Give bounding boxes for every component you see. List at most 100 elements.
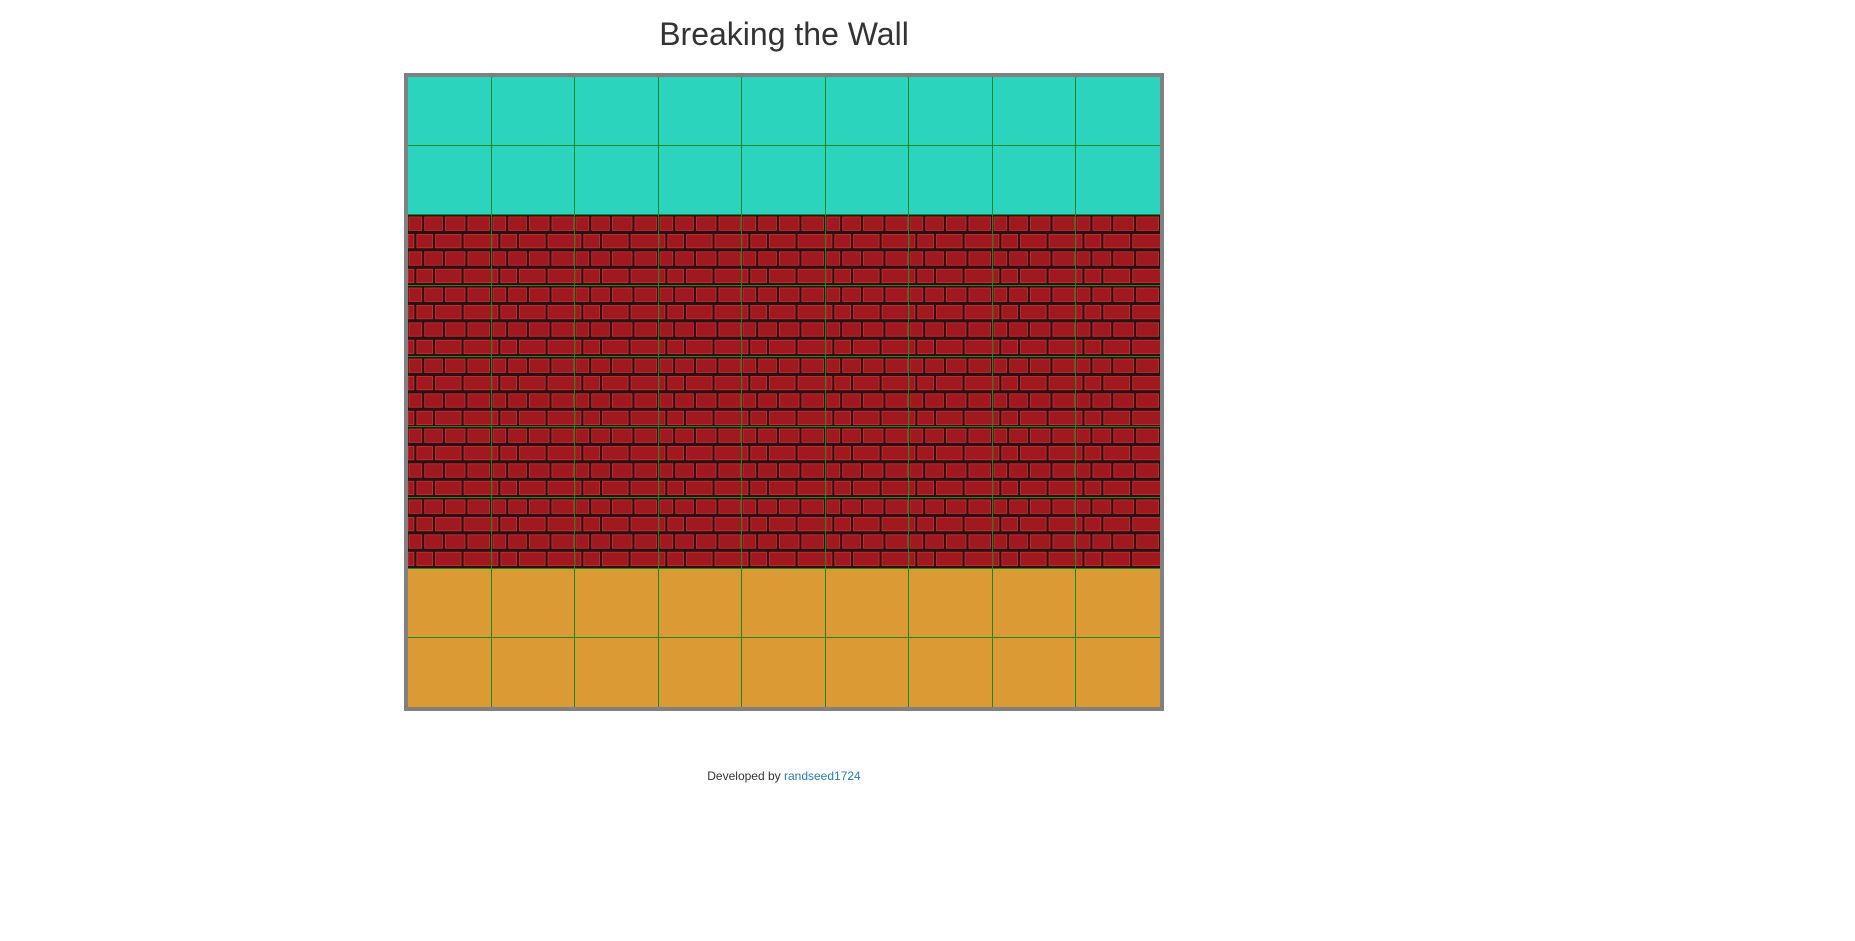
brick-wall-tile[interactable] bbox=[909, 286, 993, 357]
brick-wall-tile[interactable] bbox=[992, 215, 1077, 287]
sand-tile[interactable] bbox=[909, 637, 993, 707]
sand-tile[interactable] bbox=[575, 568, 659, 638]
brick-pattern bbox=[1076, 215, 1160, 286]
sand-tile[interactable] bbox=[1076, 637, 1160, 707]
brick-wall-tile[interactable] bbox=[408, 215, 492, 287]
brick-wall-tile[interactable] bbox=[992, 497, 1077, 569]
sand-tile[interactable] bbox=[825, 637, 910, 707]
brick-wall-tile[interactable] bbox=[658, 356, 743, 428]
water-tile[interactable] bbox=[825, 146, 910, 216]
brick-wall-tile[interactable] bbox=[575, 427, 659, 498]
brick-wall-tile[interactable] bbox=[825, 427, 910, 498]
sand-tile[interactable] bbox=[992, 568, 1077, 638]
brick-pattern bbox=[575, 356, 658, 427]
brick-wall-tile[interactable] bbox=[1076, 215, 1160, 287]
brick-wall-tile[interactable] bbox=[408, 427, 492, 498]
brick-wall-tile[interactable] bbox=[491, 215, 576, 287]
brick-wall-tile[interactable] bbox=[825, 497, 910, 569]
brick-pattern bbox=[825, 215, 909, 286]
brick-wall-tile[interactable] bbox=[825, 356, 910, 428]
brick-wall-tile[interactable] bbox=[491, 356, 576, 428]
brick-wall-tile[interactable] bbox=[742, 286, 826, 357]
brick-pattern bbox=[742, 215, 825, 286]
sand-tile[interactable] bbox=[658, 568, 743, 638]
brick-wall-tile[interactable] bbox=[658, 215, 743, 287]
water-tile[interactable] bbox=[575, 146, 659, 216]
water-tile[interactable] bbox=[491, 146, 576, 216]
sand-tile[interactable] bbox=[909, 568, 993, 638]
water-tile[interactable] bbox=[408, 146, 492, 216]
sand-tile[interactable] bbox=[491, 637, 576, 707]
brick-wall-tile[interactable] bbox=[408, 286, 492, 357]
brick-pattern bbox=[909, 497, 992, 568]
brick-wall-tile[interactable] bbox=[742, 215, 826, 287]
brick-pattern bbox=[992, 356, 1076, 427]
water-tile[interactable] bbox=[658, 77, 743, 147]
brick-wall-tile[interactable] bbox=[491, 427, 576, 498]
board-grid bbox=[408, 77, 1160, 707]
water-tile[interactable] bbox=[742, 146, 826, 216]
brick-pattern bbox=[742, 497, 825, 568]
brick-wall-tile[interactable] bbox=[909, 215, 993, 287]
water-tile[interactable] bbox=[408, 77, 492, 147]
brick-wall-tile[interactable] bbox=[742, 497, 826, 569]
brick-wall-tile[interactable] bbox=[408, 356, 492, 428]
brick-wall-tile[interactable] bbox=[1076, 356, 1160, 428]
brick-wall-tile[interactable] bbox=[992, 356, 1077, 428]
water-tile[interactable] bbox=[825, 77, 910, 147]
brick-wall-tile[interactable] bbox=[575, 286, 659, 357]
brick-pattern bbox=[1076, 497, 1160, 568]
brick-wall-tile[interactable] bbox=[658, 427, 743, 498]
water-tile[interactable] bbox=[658, 146, 743, 216]
brick-wall-tile[interactable] bbox=[575, 356, 659, 428]
sand-tile[interactable] bbox=[575, 637, 659, 707]
water-tile[interactable] bbox=[909, 77, 993, 147]
water-tile[interactable] bbox=[1076, 146, 1160, 216]
sand-tile[interactable] bbox=[742, 637, 826, 707]
sand-tile[interactable] bbox=[992, 637, 1077, 707]
sand-tile[interactable] bbox=[491, 568, 576, 638]
brick-pattern bbox=[658, 286, 742, 356]
sand-tile[interactable] bbox=[742, 568, 826, 638]
brick-wall-tile[interactable] bbox=[1076, 286, 1160, 357]
author-link[interactable]: randseed1724 bbox=[784, 769, 861, 783]
sand-tile[interactable] bbox=[408, 568, 492, 638]
sand-tile[interactable] bbox=[658, 637, 743, 707]
brick-wall-tile[interactable] bbox=[491, 286, 576, 357]
brick-pattern bbox=[491, 215, 575, 286]
brick-wall-tile[interactable] bbox=[1076, 427, 1160, 498]
brick-wall-tile[interactable] bbox=[909, 497, 993, 569]
brick-wall-tile[interactable] bbox=[742, 356, 826, 428]
brick-pattern bbox=[992, 427, 1076, 497]
brick-wall-tile[interactable] bbox=[658, 286, 743, 357]
water-tile[interactable] bbox=[575, 77, 659, 147]
sand-tile[interactable] bbox=[825, 568, 910, 638]
brick-pattern bbox=[491, 497, 575, 568]
brick-pattern bbox=[575, 215, 658, 286]
water-tile[interactable] bbox=[909, 146, 993, 216]
brick-wall-tile[interactable] bbox=[825, 286, 910, 357]
water-tile[interactable] bbox=[992, 77, 1077, 147]
brick-pattern bbox=[408, 215, 491, 286]
water-tile[interactable] bbox=[742, 77, 826, 147]
sand-tile[interactable] bbox=[408, 637, 492, 707]
brick-wall-tile[interactable] bbox=[575, 497, 659, 569]
brick-wall-tile[interactable] bbox=[742, 427, 826, 498]
brick-wall-tile[interactable] bbox=[909, 356, 993, 428]
brick-pattern bbox=[1076, 356, 1160, 427]
water-tile[interactable] bbox=[992, 146, 1077, 216]
sand-tile[interactable] bbox=[1076, 568, 1160, 638]
water-tile[interactable] bbox=[1076, 77, 1160, 147]
brick-wall-tile[interactable] bbox=[1076, 497, 1160, 569]
brick-wall-tile[interactable] bbox=[408, 497, 492, 569]
brick-wall-tile[interactable] bbox=[992, 427, 1077, 498]
brick-wall-tile[interactable] bbox=[658, 497, 743, 569]
brick-wall-tile[interactable] bbox=[575, 215, 659, 287]
water-tile[interactable] bbox=[491, 77, 576, 147]
page-title: Breaking the Wall bbox=[659, 16, 909, 52]
brick-pattern bbox=[992, 215, 1076, 286]
brick-wall-tile[interactable] bbox=[825, 215, 910, 287]
brick-wall-tile[interactable] bbox=[909, 427, 993, 498]
brick-wall-tile[interactable] bbox=[992, 286, 1077, 357]
brick-wall-tile[interactable] bbox=[491, 497, 576, 569]
